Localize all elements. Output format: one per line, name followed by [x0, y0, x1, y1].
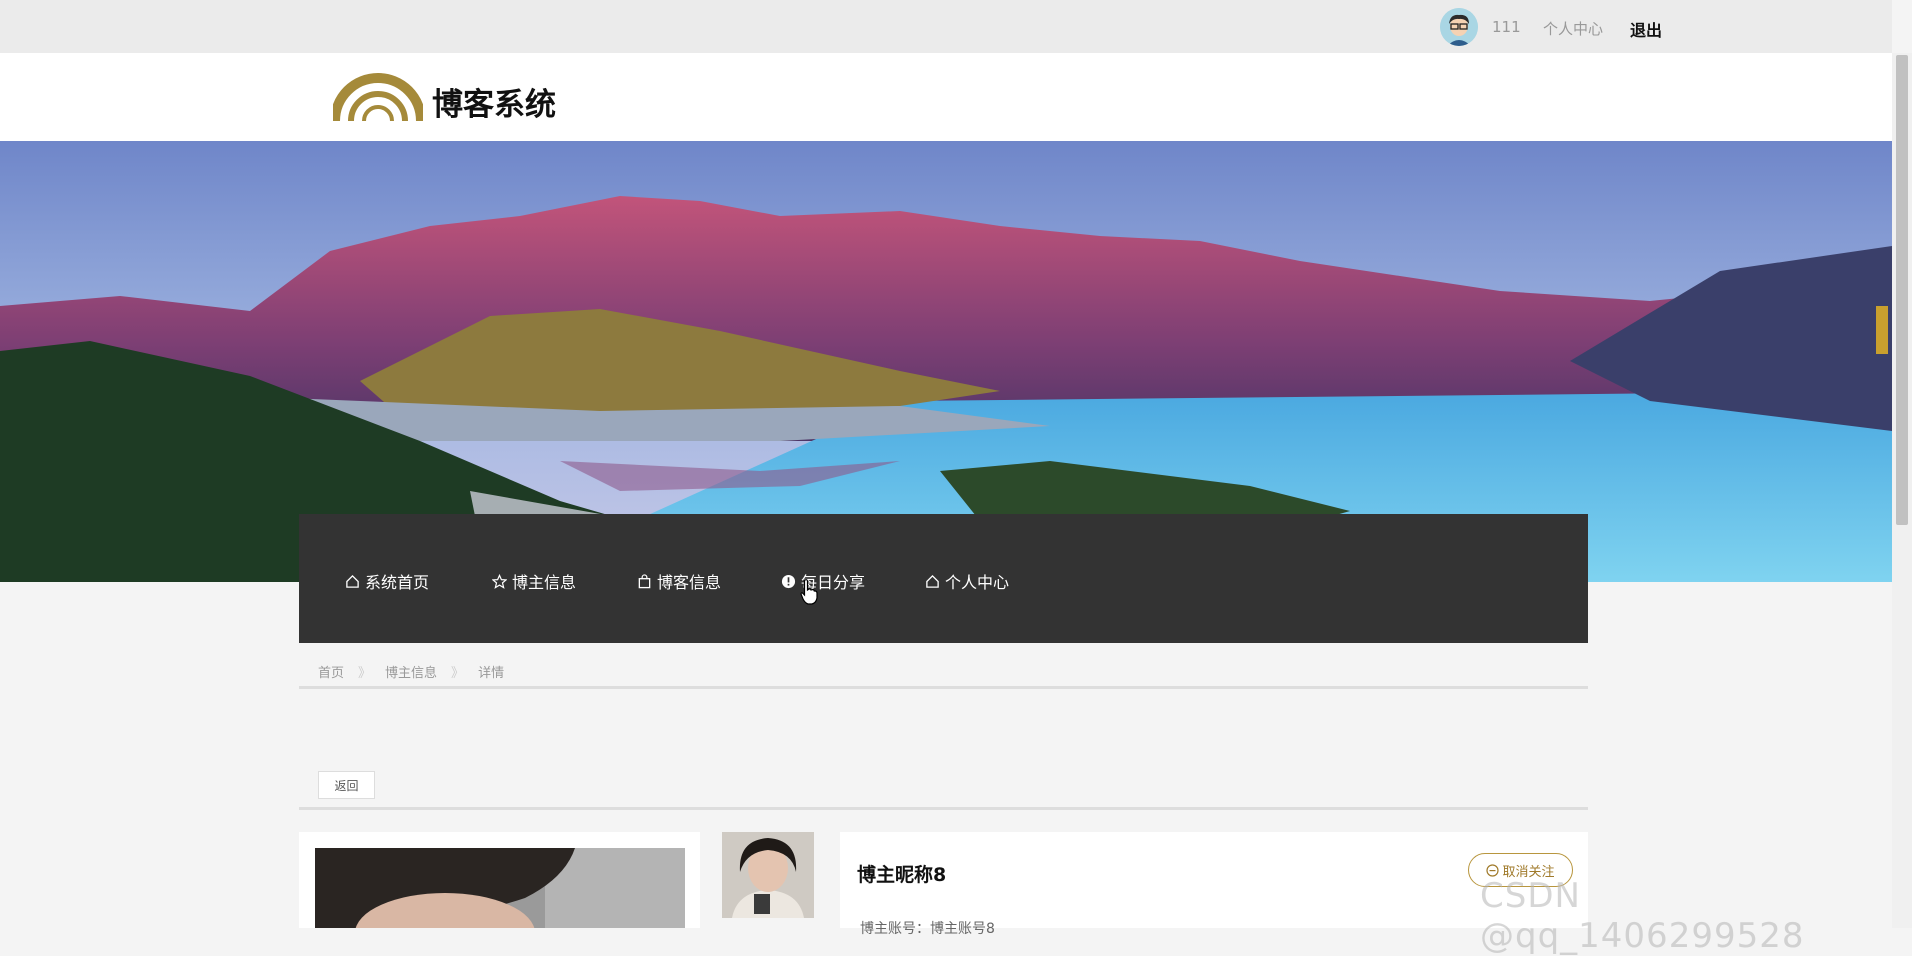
user-avatar[interactable] — [1440, 8, 1478, 46]
nav-item-label: 博主信息 — [512, 573, 577, 592]
nav-item-daily-share[interactable]: 每日分享 — [781, 569, 865, 593]
star-icon — [492, 573, 507, 589]
bag-icon — [638, 573, 651, 588]
breadcrumb-home[interactable]: 首页 — [318, 662, 344, 681]
nav-item-blogs[interactable]: 博客信息 — [637, 569, 721, 593]
divider — [299, 686, 1588, 689]
home-icon — [926, 574, 939, 588]
breadcrumb-separator: 》 — [358, 666, 372, 681]
scrollbar-thumb[interactable] — [1896, 55, 1908, 525]
blogger-avatar-thumbnail[interactable] — [722, 832, 814, 918]
minus-circle-icon — [1486, 863, 1500, 877]
nav-item-personal-center[interactable]: 个人中心 — [925, 569, 1009, 593]
main-nav: 系统首页 博主信息 博客信息 每日分享 个人中心 — [299, 514, 1588, 643]
nav-item-label: 个人中心 — [945, 573, 1010, 592]
username-label: 111 — [1492, 18, 1521, 36]
personal-center-link[interactable]: 个人中心 — [1543, 18, 1603, 39]
blogger-account: 博主账号：博主账号8 — [860, 921, 995, 937]
blogger-nickname: 博主昵称8 — [857, 864, 947, 886]
breadcrumb-separator: 》 — [451, 666, 465, 681]
back-button[interactable]: 返回 — [318, 771, 375, 799]
nav-item-label: 系统首页 — [365, 573, 430, 592]
site-title: 博客系统 — [432, 87, 556, 123]
home-icon — [346, 574, 359, 588]
info-icon — [781, 574, 796, 588]
logo-icon — [333, 73, 423, 122]
logout-link[interactable]: 退出 — [1630, 17, 1662, 41]
blogger-photo — [315, 848, 685, 928]
breadcrumb: 首页 》 博主信息 》 详情 — [318, 662, 504, 681]
nav-item-home[interactable]: 系统首页 — [345, 569, 429, 593]
hand-cursor-icon — [800, 579, 818, 605]
breadcrumb-current: 详情 — [478, 666, 505, 681]
nav-item-bloggers[interactable]: 博主信息 — [492, 569, 576, 593]
nav-item-label: 博客信息 — [657, 573, 722, 592]
watermark: CSDN @qq_1406299528 — [1480, 876, 1805, 956]
top-bar: 111 个人中心 退出 — [0, 0, 1892, 53]
breadcrumb-section[interactable]: 博主信息 — [385, 662, 437, 681]
side-marker — [1876, 306, 1888, 354]
divider — [299, 807, 1588, 810]
site-header: 博客系统 — [0, 53, 1892, 141]
